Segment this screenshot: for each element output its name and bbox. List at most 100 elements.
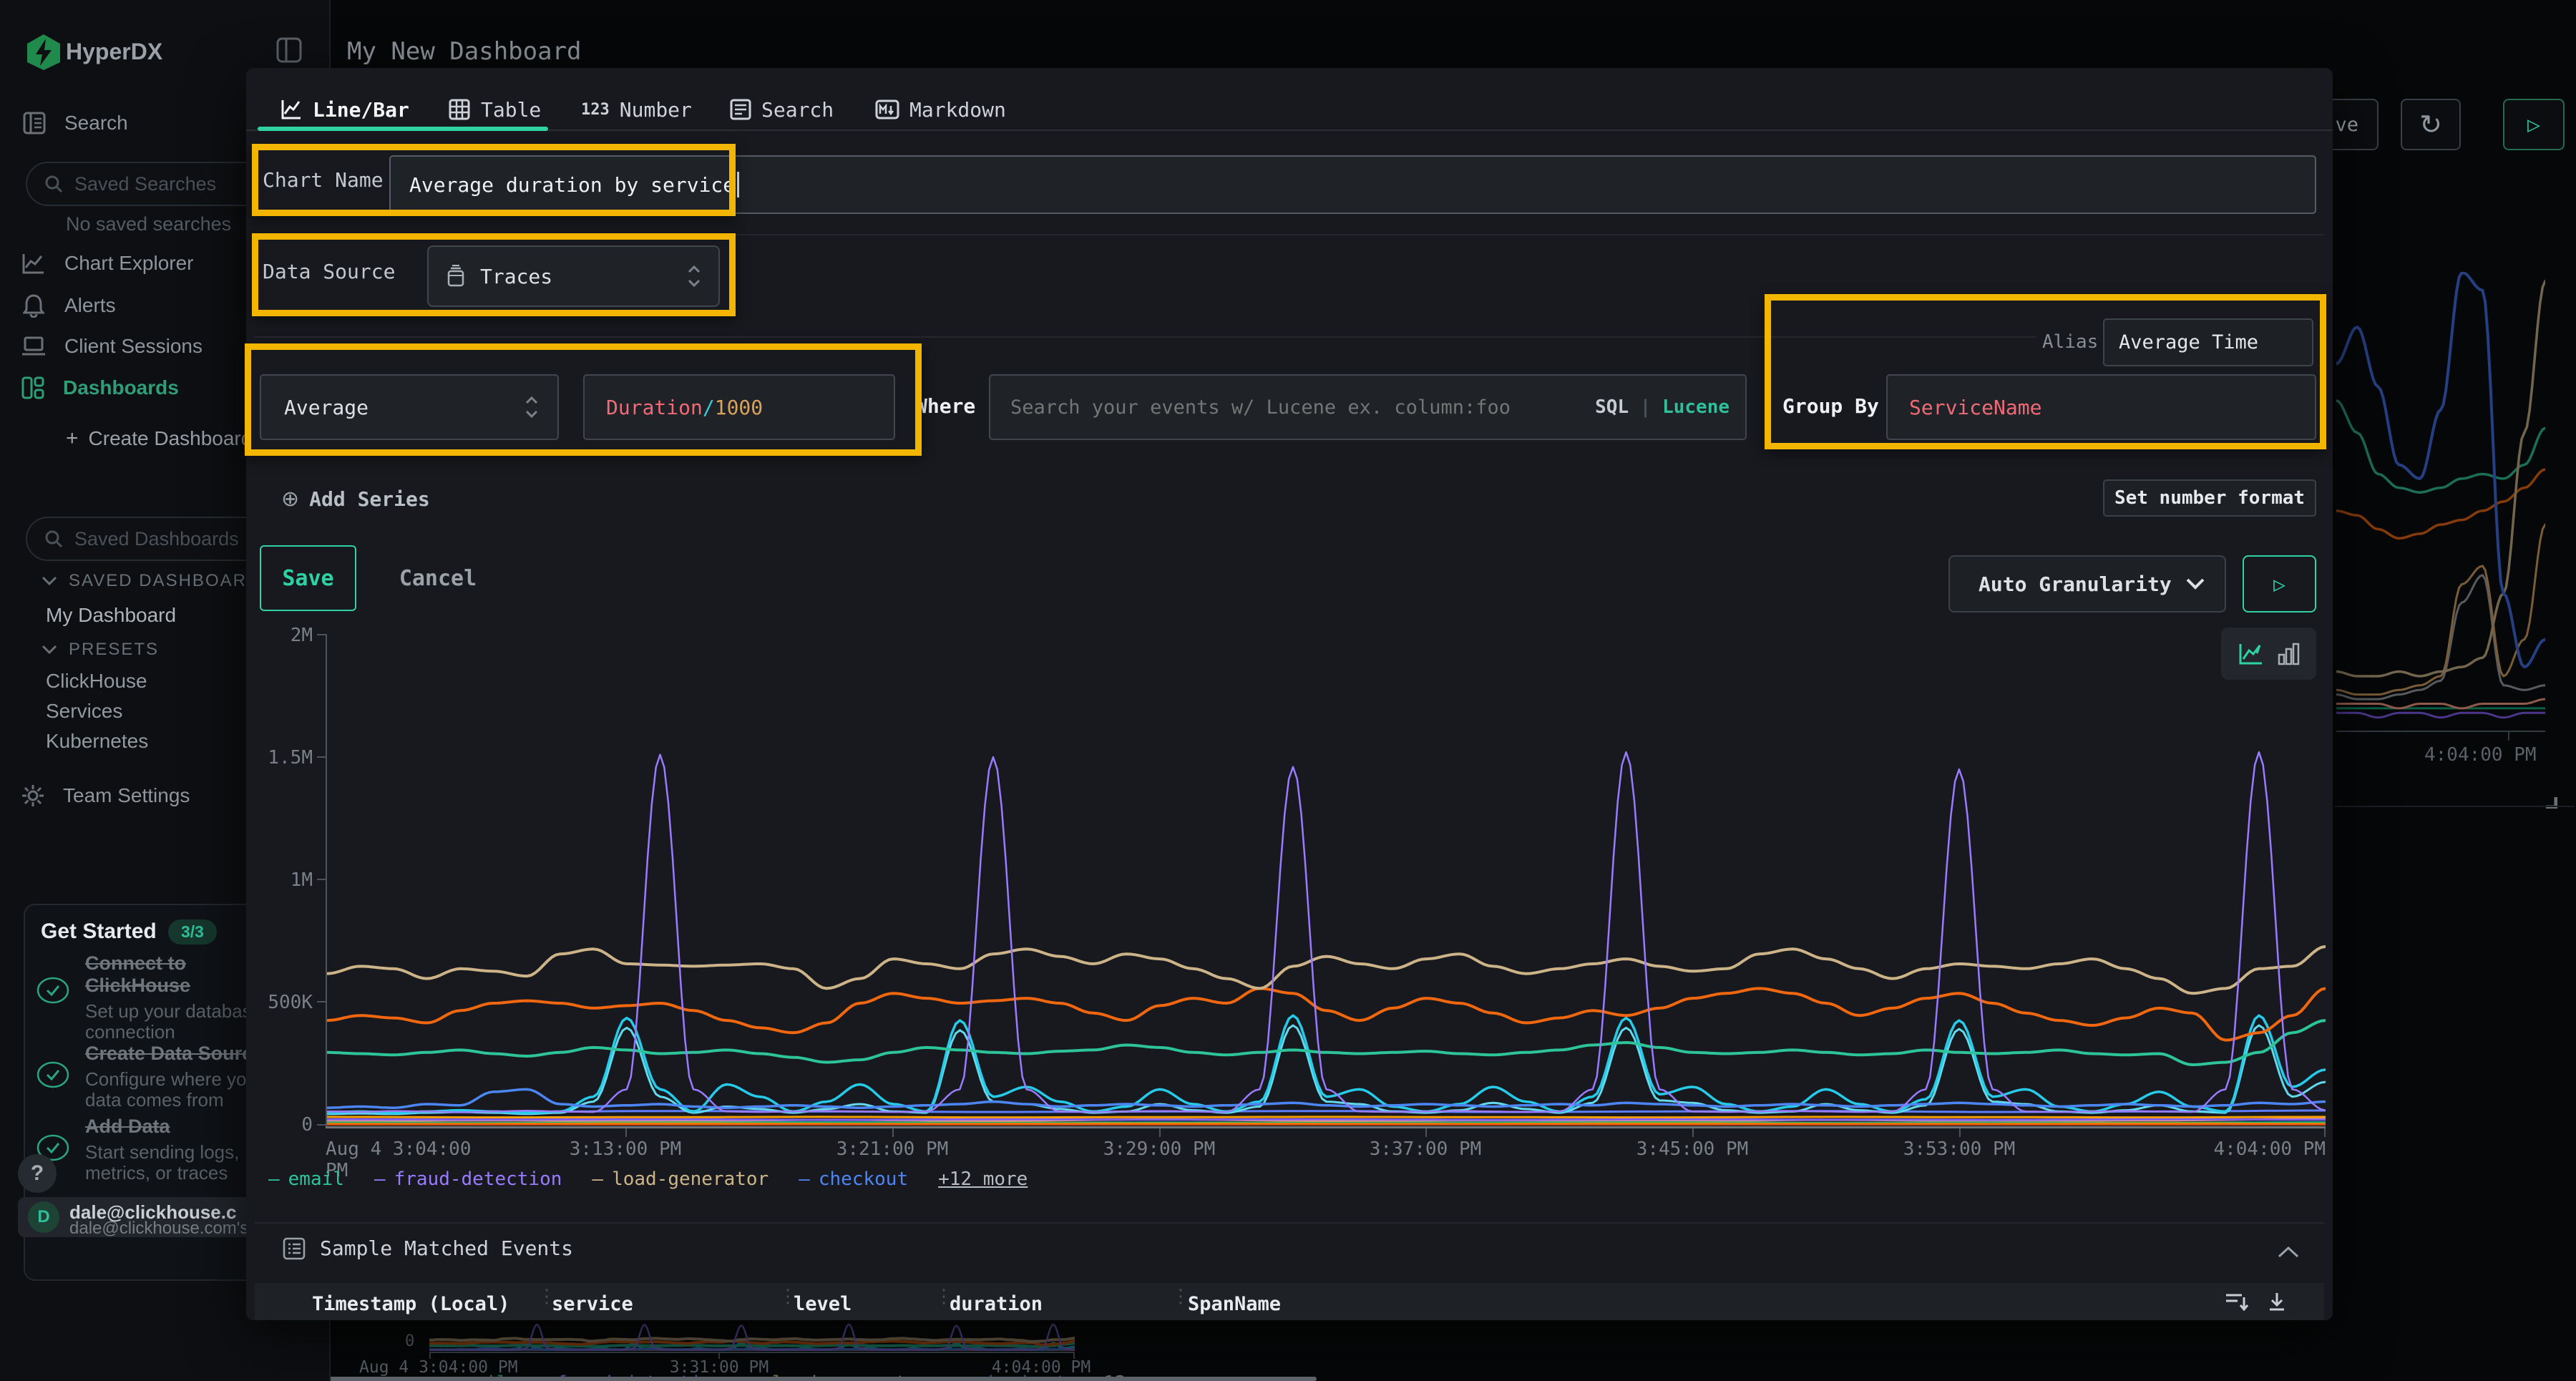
sort-icon[interactable] [2225, 1292, 2249, 1312]
legend-item-load-generator[interactable]: — load-generator [592, 1168, 769, 1190]
brand-name[interactable]: HyperDX [66, 39, 162, 65]
laptop-icon [21, 336, 46, 357]
chevron-down-icon [42, 576, 57, 586]
tab-number[interactable]: 123 Number [581, 94, 692, 125]
magnifier-icon [44, 530, 63, 548]
legend-item-fraud-detection[interactable]: — fraud-detection [374, 1168, 562, 1190]
check-circle-icon [36, 1058, 69, 1091]
hyperdx-logo-icon[interactable] [26, 33, 62, 72]
y-axis-tick-label: 2M [263, 625, 313, 646]
get-started-item[interactable]: Add Data Start sending logs, metrics, or… [36, 1116, 268, 1184]
plus-circle-icon: ⊕ [281, 487, 299, 512]
column-header-level[interactable]: level [794, 1293, 852, 1315]
get-started-item[interactable]: Create Data Source Configure where your … [36, 1043, 268, 1111]
language-toggle[interactable]: SQL | Lucene [1595, 396, 1729, 418]
column-resize-handle[interactable]: ⋮ [935, 1286, 953, 1317]
granularity-select[interactable]: Auto Granularity [1948, 555, 2226, 613]
presets-section-header[interactable]: PRESETS [42, 640, 159, 660]
legend-item-checkout[interactable]: — checkout [799, 1168, 908, 1190]
run-query-button-top[interactable]: ▷ [2503, 99, 2565, 150]
hyperdx-app: My New Dashboard ve ↻ ▷ 4:04:00 PM 0 Aug… [0, 0, 2576, 1381]
get-started-badge: 3/3 [168, 919, 217, 945]
sidebar-item-services[interactable]: Services [46, 700, 122, 723]
number-123-icon: 123 [581, 101, 610, 119]
column-header-service[interactable]: service [552, 1293, 633, 1315]
column-header-spanname[interactable]: SpanName [1188, 1293, 1281, 1315]
save-button[interactable]: Save [260, 545, 356, 611]
get-started-item[interactable]: Connect to ClickHouse Set up your databa… [36, 952, 268, 1043]
x-axis-tick-label: 3:45:00 PM [1606, 1138, 1778, 1160]
gear-icon [21, 784, 44, 807]
y-axis-tick-label: 1.5M [263, 747, 313, 768]
background-chart-tick [2508, 731, 2509, 741]
tab-search[interactable]: Search [730, 94, 834, 125]
markdown-icon [875, 99, 899, 119]
sample-events-header: Sample Matched Events [283, 1236, 573, 1260]
background-dashboard-chart [2336, 272, 2545, 731]
main-chart [327, 634, 2326, 1126]
highlight-group-by-alias [1765, 294, 2326, 449]
sidebar-collapse-icon[interactable] [275, 36, 303, 64]
x-axis-tick-label: 3:29:00 PM [1073, 1138, 1245, 1160]
column-resize-handle[interactable]: ⋮ [1171, 1286, 1190, 1317]
x-axis-tick-label: 3:21:00 PM [806, 1138, 978, 1160]
legend-dash: — [268, 1168, 280, 1190]
chevron-down-icon [42, 645, 57, 655]
sidebar-item-kubernetes[interactable]: Kubernetes [46, 730, 148, 753]
sidebar-item-chart-explorer[interactable]: Chart Explorer [21, 252, 194, 275]
background-mini-chart [429, 1319, 1075, 1351]
column-header-duration[interactable]: duration [950, 1293, 1043, 1315]
run-query-button[interactable]: ▷ [2243, 555, 2316, 613]
column-resize-handle[interactable]: ⋮ [779, 1286, 797, 1317]
column-header-timestamp[interactable]: Timestamp (Local) [312, 1293, 509, 1315]
sidebar-item-alerts[interactable]: Alerts [23, 293, 116, 318]
refresh-button[interactable]: ↻ [2401, 99, 2461, 150]
collapse-panel-icon[interactable] [2277, 1246, 2300, 1259]
y-axis-tick-label: 0 [263, 1114, 313, 1136]
list-icon [283, 1237, 306, 1260]
where-label: Where [915, 394, 975, 418]
sidebar-item-clickhouse[interactable]: ClickHouse [46, 670, 147, 693]
text-caret [737, 172, 739, 197]
legend-dash: — [799, 1168, 810, 1190]
x-axis-tick-label: 4:04:00 PM [2154, 1138, 2326, 1160]
horizontal-scrollbar[interactable] [329, 1377, 1317, 1381]
legend-item-email[interactable]: — email [268, 1168, 344, 1190]
sidebar-item-client-sessions[interactable]: Client Sessions [21, 335, 203, 358]
tab-table[interactable]: Table [448, 94, 541, 125]
highlight-data-source [252, 233, 736, 316]
sidebar-item-search[interactable]: Search [23, 112, 128, 135]
cancel-button[interactable]: Cancel [384, 545, 492, 611]
chart-explorer-icon [21, 252, 46, 275]
refresh-icon: ↻ [2419, 109, 2442, 140]
mini-chart-axis [429, 1352, 1075, 1353]
active-tab-underline [258, 127, 548, 131]
create-dashboard-button[interactable]: + Create Dashboard [66, 426, 252, 451]
search-list-icon [730, 99, 751, 120]
play-icon: ▷ [2527, 112, 2540, 137]
x-axis-tick-label: 3:53:00 PM [1873, 1138, 2045, 1160]
add-series-button[interactable]: ⊕ Add Series [281, 487, 430, 512]
set-number-format-button[interactable]: Set number format [2103, 479, 2316, 517]
download-icon[interactable] [2267, 1292, 2287, 1312]
mini-chart-zero-label: 0 [405, 1332, 414, 1350]
sidebar-item-dashboards[interactable]: Dashboards [21, 376, 179, 399]
background-chart-tick-label: 4:04:00 PM [2424, 744, 2537, 766]
legend-more-link[interactable]: +12 more [938, 1168, 1028, 1190]
tab-markdown[interactable]: Markdown [875, 94, 1006, 125]
tab-line-bar[interactable]: Line/Bar [280, 94, 409, 125]
sidebar-item-my-dashboard[interactable]: My Dashboard [46, 604, 176, 627]
avatar: D [28, 1201, 59, 1233]
bell-icon [23, 293, 44, 318]
magnifier-icon [44, 175, 63, 193]
where-search-input[interactable]: SQL | Lucene [989, 374, 1747, 440]
help-button[interactable]: ? [18, 1154, 57, 1193]
saved-dashboards-section-header[interactable]: SAVED DASHBOARDS [42, 571, 273, 591]
column-resize-handle[interactable]: ⋮ [537, 1286, 556, 1317]
y-axis-tick-label: 1M [263, 869, 313, 891]
table-icon [448, 98, 471, 121]
no-saved-searches-text: No saved searches [66, 213, 231, 235]
legend-dash: — [592, 1168, 603, 1190]
sidebar-item-team-settings[interactable]: Team Settings [21, 784, 190, 807]
legend-dash: — [374, 1168, 386, 1190]
